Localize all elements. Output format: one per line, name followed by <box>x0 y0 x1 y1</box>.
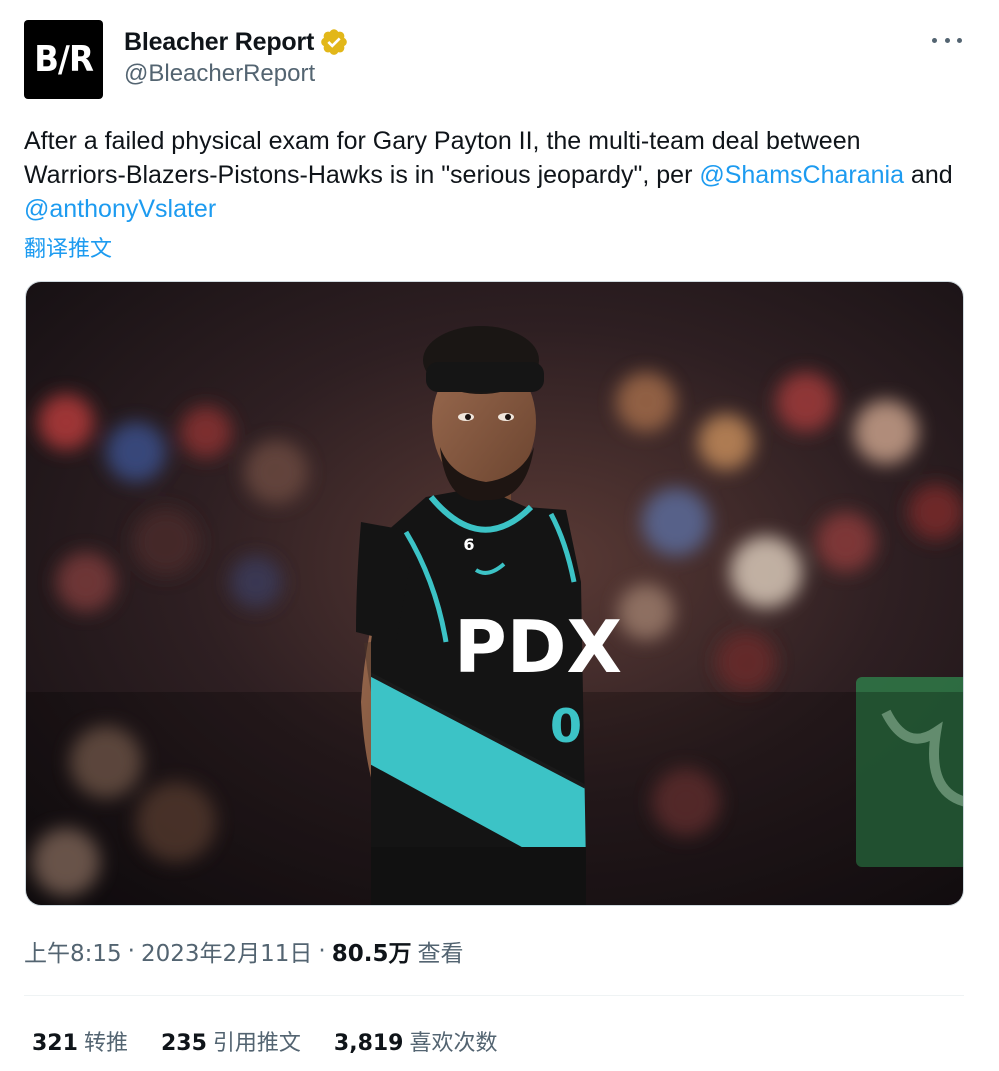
meta-separator: · <box>318 938 326 964</box>
quotes-label: 引用推文 <box>212 1031 301 1056</box>
mention-anthony[interactable]: @anthonyVslater <box>24 195 216 223</box>
view-count-label: 查看 <box>417 941 464 967</box>
basketball-player-photo: PDX 0 6 <box>26 282 963 905</box>
quotes-stat[interactable]: 235 引用推文 <box>161 1025 301 1057</box>
tweet-meta: 上午8:15 · 2023年2月11日 · 80.5万 查看 <box>24 934 463 968</box>
quotes-count: 235 <box>160 1031 207 1056</box>
more-options-icon[interactable] <box>932 30 962 50</box>
more-dot <box>944 37 950 43</box>
mention-shams[interactable]: @ShamsCharania <box>699 161 904 189</box>
retweets-count: 321 <box>32 1031 78 1056</box>
tweet-media-photo[interactable]: PDX 0 6 <box>25 281 964 906</box>
jersey-text: PDX <box>454 605 622 689</box>
retweets-stat[interactable]: 321 转推 <box>32 1025 128 1057</box>
verified-badge-icon[interactable] <box>319 27 349 57</box>
engagement-stats: 321 转推 235 引用推文 3,819 喜欢次数 <box>32 1025 531 1057</box>
player-pupil <box>505 414 511 420</box>
display-name[interactable]: Bleacher Report <box>124 28 314 57</box>
tweet-header: B/R Bleacher Report @BleacherReport <box>24 20 974 100</box>
avatar[interactable]: B/R <box>24 20 103 99</box>
translate-tweet-link[interactable]: 翻译推文 <box>24 231 112 263</box>
name-row: Bleacher Report <box>124 26 349 58</box>
retweets-label: 转推 <box>83 1031 128 1056</box>
account-handle[interactable]: @BleacherReport <box>124 60 315 88</box>
jersey-number: 0 <box>550 699 582 753</box>
more-dot <box>957 37 962 43</box>
headband <box>426 362 544 392</box>
tweet-text: After a failed physical exam for Gary Pa… <box>24 124 964 226</box>
jersey-shoulder-number: 6 <box>463 535 474 554</box>
likes-count: 3,819 <box>333 1031 404 1056</box>
avatar-logo-text: B/R <box>34 39 94 80</box>
meta-separator: · <box>127 938 135 964</box>
view-count: 80.5万 <box>331 941 412 967</box>
player-shorts <box>371 847 586 905</box>
likes-label: 喜欢次数 <box>409 1031 498 1056</box>
more-dot <box>932 37 937 43</box>
likes-stat[interactable]: 3,819 喜欢次数 <box>334 1025 498 1057</box>
divider <box>24 995 964 996</box>
tweet-connector-text: and <box>903 161 953 189</box>
tweet-time[interactable]: 上午8:15 <box>24 934 122 968</box>
tweet-date[interactable]: 2023年2月11日 <box>141 934 312 968</box>
player-pupil <box>465 414 471 420</box>
